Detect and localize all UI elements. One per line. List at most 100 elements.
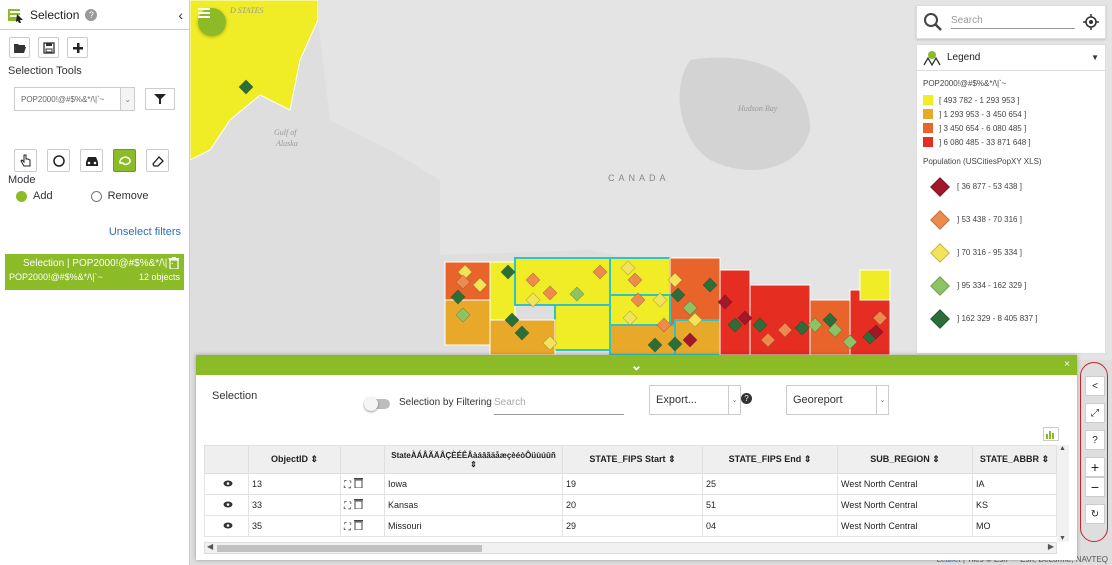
zoom-to-icon[interactable]: ⛶	[344, 480, 351, 491]
selection-panel-header: Selection ? ‹	[0, 0, 189, 30]
delete-selection-icon[interactable]	[169, 257, 179, 272]
legend-point-label: ] 95 334 - 162 329 ]	[957, 281, 1027, 290]
folder-open-icon	[13, 43, 26, 53]
legend-point-item: ] 95 334 - 162 329 ]	[923, 269, 1099, 302]
legend-class-item: ] 3 450 654 - 6 080 485 ]	[923, 121, 1099, 135]
app-root: Selection ? ‹ Selection Tools POP2000!@#…	[0, 0, 1112, 565]
attribute-toolbar: Selection Selection by Filtering Search …	[196, 375, 1077, 437]
scroll-down-icon[interactable]: ▼	[1059, 535, 1066, 542]
panel-toolbar	[0, 30, 189, 65]
trash-icon[interactable]	[353, 519, 363, 531]
export-help-icon[interactable]: ?	[741, 393, 752, 404]
save-button[interactable]	[38, 37, 59, 58]
unselect-filters-link[interactable]: Unselect filters	[0, 206, 189, 238]
attribute-table-body: 13 ⛶ Iowa 19 25 West North Central IA 33 ⛶ Kans…	[204, 473, 1057, 537]
cell-objectid: 13	[248, 473, 341, 495]
legend-layer1-title: POP2000!@#$%&*/\|`~	[923, 79, 1007, 88]
circle-select-tool[interactable]	[47, 149, 70, 172]
cell-sub-region: West North Central	[837, 473, 973, 495]
help-icon[interactable]: ?	[85, 8, 98, 21]
legend-point-list: [ 36 877 - 53 438 ]] 53 438 - 70 316 ]] …	[923, 170, 1099, 335]
legend-header[interactable]: Legend ▼	[917, 45, 1105, 71]
cell-state-abbr: KS	[972, 494, 1057, 516]
legend-class-item: ] 1 293 953 - 3 450 654 ]	[923, 107, 1099, 121]
attribute-table: ObjectID ⇕ StateÀÁÂÃÄÅÇÈÉÊÂàáâãäåæçèéòÔü…	[204, 445, 1057, 537]
eye-icon[interactable]	[223, 522, 233, 529]
add-button[interactable]	[67, 37, 88, 58]
legend-swatch	[923, 137, 933, 147]
export-select[interactable]: Export... ⌄	[649, 385, 741, 415]
table-row[interactable]: 33 ⛶ Kansas 20 51 West North Central KS	[204, 494, 1057, 516]
chevron-down-icon: ⌄	[120, 88, 135, 110]
legend-body: POP2000!@#$%&*/\|`~ [ 493 782 - 1 293 95…	[917, 71, 1105, 343]
row-visibility-cell[interactable]	[204, 473, 249, 495]
zoom-to-icon[interactable]: ⛶	[344, 522, 351, 533]
filter-button[interactable]	[145, 88, 175, 110]
main-menu-button[interactable]	[198, 8, 226, 36]
mode-remove-radio[interactable]: Remove	[90, 190, 149, 202]
table-search-input[interactable]: Search	[494, 393, 624, 415]
locate-icon[interactable]	[1083, 14, 1099, 30]
selection-card-title: Selection | POP2000!@#$%&*/\|`·	[23, 258, 174, 269]
attribute-panel-title: Selection	[212, 390, 258, 402]
eye-icon[interactable]	[223, 501, 233, 508]
close-panel-icon[interactable]: ×	[1064, 355, 1070, 375]
collapse-panel-icon[interactable]: ⌄	[631, 357, 643, 373]
diamond-marker-icon	[930, 209, 950, 230]
table-horizontal-scrollbar[interactable]: ◀ ▶	[204, 542, 1057, 554]
layer-select-row: POP2000!@#$%&*/\|`~ ⌄	[0, 77, 189, 121]
eye-icon[interactable]	[223, 480, 233, 487]
collapse-panel-button[interactable]: ‹	[178, 7, 183, 23]
legend-point-item: ] 53 438 - 70 316 ]	[923, 203, 1099, 236]
chart-button[interactable]	[1043, 427, 1059, 441]
col-objectid[interactable]: ObjectID ⇕	[248, 445, 341, 474]
col-state-name[interactable]: StateÀÁÂÃÄÅÇÈÉÊÂàáâãäåæçèéòÔüùúûñ ⇕	[384, 445, 563, 474]
scroll-up-icon[interactable]: ▲	[1059, 445, 1066, 452]
col-state-abbr[interactable]: STATE_ABBR ⇕	[972, 445, 1057, 474]
col-fips-end[interactable]: STATE_FIPS End ⇕	[702, 445, 838, 474]
selection-panel: Selection ? ‹ Selection Tools POP2000!@#…	[0, 0, 190, 565]
col-fips-start[interactable]: STATE_FIPS Start ⇕	[562, 445, 703, 474]
lasso-icon	[118, 155, 131, 165]
legend-class-label: ] 3 450 654 - 6 080 485 ]	[939, 123, 1027, 133]
selection-result-card[interactable]: Selection | POP2000!@#$%&*/\|`· POP2000!…	[5, 254, 184, 290]
layer-select[interactable]: POP2000!@#$%&*/\|`~ ⌄	[14, 87, 136, 111]
selection-card-layer: POP2000!@#$%&*/\|`~	[9, 272, 103, 282]
polygon-select-tool[interactable]	[113, 149, 136, 172]
save-icon	[42, 41, 55, 54]
radio-checked-icon	[16, 190, 27, 202]
map-search-input[interactable]: Search	[951, 15, 1075, 29]
table-vertical-scrollbar[interactable]: ▲ ▼	[1057, 445, 1069, 542]
scroll-thumb[interactable]	[217, 545, 482, 552]
selection-card-count: 12 objects	[138, 272, 180, 282]
legend-class-label: ] 6 080 485 - 33 871 648 ]	[939, 137, 1031, 147]
legend-icon	[923, 50, 941, 66]
cell-sub-region: West North Central	[837, 494, 973, 516]
map-label-alaska: Alaska	[276, 139, 298, 148]
open-folder-button[interactable]	[9, 37, 30, 58]
route-select-tool[interactable]	[80, 149, 103, 172]
eraser-tool[interactable]	[146, 149, 169, 172]
zoom-to-icon[interactable]: ⛶	[344, 501, 351, 512]
row-visibility-cell[interactable]	[204, 494, 249, 516]
cell-objectid: 35	[248, 515, 341, 537]
actions-column-header	[340, 445, 385, 474]
trash-icon[interactable]	[353, 498, 363, 510]
row-visibility-cell[interactable]	[204, 515, 249, 537]
scroll-right-icon[interactable]: ▶	[1048, 542, 1054, 551]
table-row[interactable]: 35 ⛶ Missouri 29 04 West North Central MO	[204, 515, 1057, 537]
mode-add-radio[interactable]: Add	[16, 190, 53, 202]
legend-panel: Legend ▼ POP2000!@#$%&*/\|`~ [ 493 782 -…	[916, 44, 1106, 354]
scroll-left-icon[interactable]: ◀	[207, 542, 213, 551]
col-state-abbr-label: STATE_ABBR	[979, 454, 1040, 464]
table-row[interactable]: 13 ⛶ Iowa 19 25 West North Central IA	[204, 473, 1057, 495]
selection-filter-toggle[interactable]	[364, 397, 390, 411]
click-select-tool[interactable]	[14, 149, 37, 172]
trash-icon[interactable]	[353, 477, 363, 489]
georeport-select[interactable]: Georeport ⌄	[786, 385, 889, 415]
chevron-down-icon: ⌄	[876, 386, 888, 414]
col-sub-region[interactable]: SUB_REGION ⇕	[837, 445, 973, 474]
row-actions-cell: ⛶	[340, 494, 385, 516]
mode-add-label: Add	[33, 190, 53, 202]
circle-icon	[52, 154, 65, 167]
